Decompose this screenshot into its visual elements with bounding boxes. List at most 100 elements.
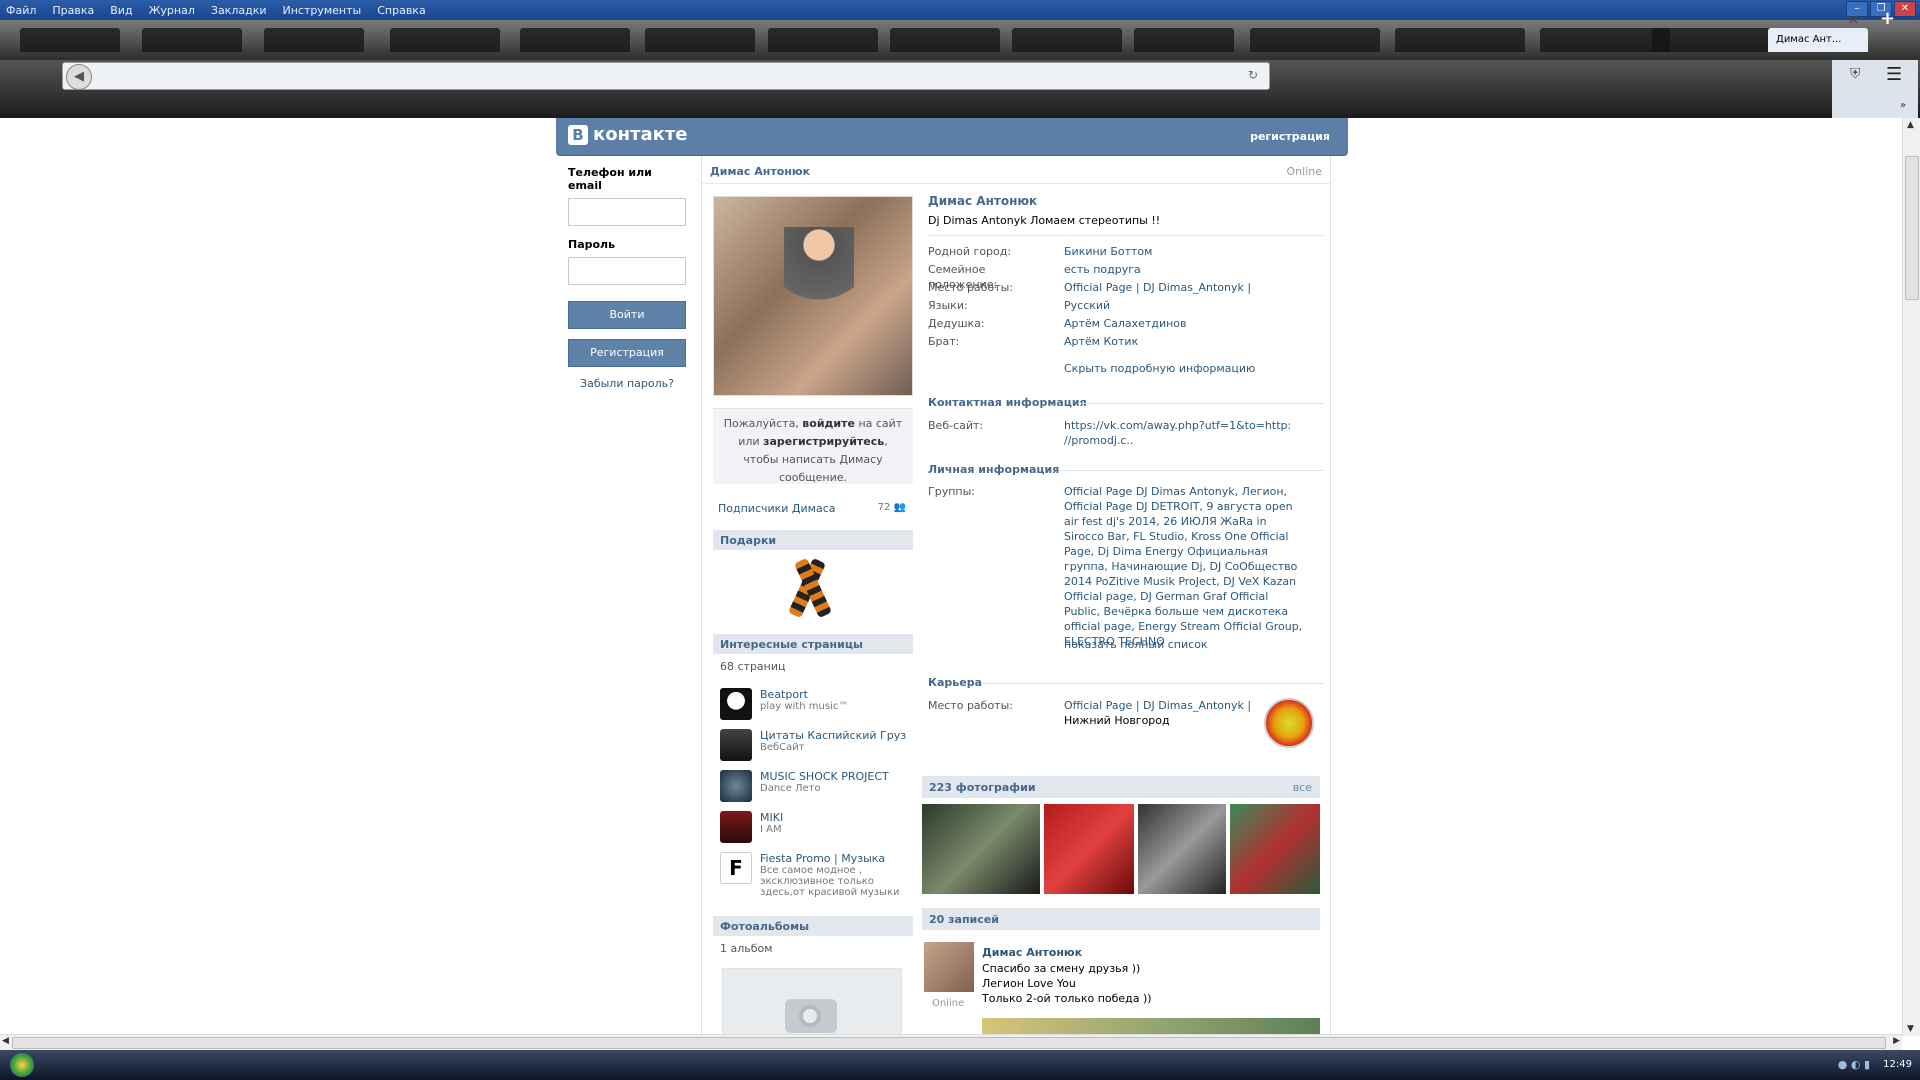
page-subtitle: Dance Лето xyxy=(760,783,821,794)
scrollbar-thumb[interactable] xyxy=(12,1037,1886,1049)
page-title[interactable]: MIKI xyxy=(760,811,783,824)
scroll-left-icon[interactable]: ◀ xyxy=(2,1036,9,1046)
list-item[interactable]: Beatport play with music™ xyxy=(720,688,910,726)
info-value-link[interactable]: Official Page | DJ Dimas_Antonyk | xyxy=(1064,280,1304,295)
website-link[interactable]: https://vk.com/away.php?utf=1&to=http://… xyxy=(1064,418,1304,448)
menu-help[interactable]: Справка xyxy=(377,4,425,17)
interesting-pages-header[interactable]: Интересные страницы xyxy=(713,634,913,654)
menu-bar: Файл Правка Вид Журнал Закладки Инструме… xyxy=(0,0,1920,20)
post-author-name[interactable]: Димас Антонюк xyxy=(982,946,1082,959)
profile-photo[interactable] xyxy=(713,196,913,396)
shield-icon[interactable]: ⛨ xyxy=(1850,66,1861,82)
list-item[interactable]: MIKI I AM xyxy=(720,811,910,849)
career-city: Нижний Новгород xyxy=(1064,714,1170,727)
phone-input[interactable] xyxy=(568,198,686,226)
menu-bookmarks[interactable]: Закладки xyxy=(211,4,267,17)
menu-history[interactable]: Журнал xyxy=(149,4,195,17)
login-to-message-box: Пожалуйста, войдите на сайт или зарегист… xyxy=(713,408,913,484)
info-value-link[interactable]: Артём Салахетдинов xyxy=(1064,316,1304,331)
msg-text: Пожалуйста, xyxy=(723,417,803,430)
tab[interactable] xyxy=(1652,28,1777,52)
menu-file[interactable]: Файл xyxy=(6,4,36,17)
page-title[interactable]: MUSIC SHOCK PROJECT xyxy=(760,770,889,783)
photo-thumbnail[interactable] xyxy=(922,804,1040,894)
info-value-link[interactable]: Артём Котик xyxy=(1064,334,1304,349)
tab[interactable] xyxy=(645,28,755,52)
show-all-link[interactable]: показать полный список xyxy=(1064,638,1208,651)
career-logo-icon[interactable] xyxy=(1264,698,1314,748)
tab[interactable] xyxy=(390,28,500,52)
url-field[interactable] xyxy=(62,62,1270,90)
ribbon-gift-icon[interactable] xyxy=(786,557,834,620)
posts-section-header[interactable]: 20 записей xyxy=(922,908,1320,930)
photo-thumbnail[interactable] xyxy=(1138,804,1226,894)
tab[interactable] xyxy=(1134,28,1234,52)
overflow-chevron-icon[interactable]: » xyxy=(1900,100,1906,111)
info-value-link[interactable]: Русский xyxy=(1064,298,1304,313)
post-text: Легион Love You xyxy=(982,977,1076,990)
menu-tools[interactable]: Инструменты xyxy=(283,4,362,17)
headphones-icon xyxy=(720,688,752,720)
menu-edit[interactable]: Правка xyxy=(52,4,94,17)
register-button[interactable]: Регистрация xyxy=(568,339,686,367)
info-value-link[interactable]: есть подруга xyxy=(1064,262,1304,277)
login-link[interactable]: войдите xyxy=(802,417,855,430)
info-value-link[interactable]: Бикини Боттом xyxy=(1064,244,1304,259)
list-item[interactable]: Цитаты Каспийский Груз ВебСайт xyxy=(720,729,910,767)
post-author-avatar[interactable] xyxy=(924,942,974,992)
info-key: Веб-сайт: xyxy=(928,419,984,432)
clock[interactable]: 12:49 xyxy=(1883,1059,1912,1070)
scrollbar-thumb[interactable] xyxy=(1905,156,1919,300)
back-arrow-icon[interactable]: ◀ xyxy=(66,64,92,90)
hide-details-link[interactable]: Скрыть подробную информацию xyxy=(1064,362,1255,375)
list-item[interactable]: MUSIC SHOCK PROJECT Dance Лето xyxy=(720,770,910,808)
tab[interactable] xyxy=(1540,28,1670,52)
tab[interactable] xyxy=(1395,28,1525,52)
career-link[interactable]: Official Page | DJ Dimas_Antonyk | xyxy=(1064,699,1251,712)
login-form: Телефон или email Пароль Войти Регистрац… xyxy=(568,166,686,390)
password-input[interactable] xyxy=(568,257,686,285)
vertical-scrollbar[interactable]: ▲ ▼ xyxy=(1902,118,1920,1036)
groups-list[interactable]: Official Page DJ Dimas Antonyk, Легион, … xyxy=(1064,484,1304,649)
tab[interactable] xyxy=(520,28,630,52)
gifts-section-header[interactable]: Подарки xyxy=(713,530,913,550)
divider xyxy=(928,235,1324,236)
menu-view[interactable]: Вид xyxy=(110,4,132,17)
photo-thumbnail[interactable] xyxy=(1230,804,1320,894)
photos-section-header[interactable]: 223 фотографии все xyxy=(922,776,1320,798)
list-item[interactable]: F Fiesta Promo | Музыка Все самое модное… xyxy=(720,852,910,898)
tab[interactable] xyxy=(1012,28,1122,52)
register-link-inline[interactable]: зарегистрируйтесь xyxy=(763,435,884,448)
photo-thumbnail[interactable] xyxy=(1044,804,1134,894)
new-tab-icon[interactable]: + xyxy=(1880,8,1895,29)
all-photos-link[interactable]: все xyxy=(1293,781,1312,794)
tab[interactable] xyxy=(264,28,364,52)
horizontal-scrollbar[interactable]: ◀ ▶ xyxy=(0,1034,1902,1050)
album-thumbnail[interactable] xyxy=(722,968,902,1036)
register-link[interactable]: регистрация xyxy=(1250,130,1330,143)
tab-active[interactable]: Димас Ант... xyxy=(1768,28,1868,52)
tab[interactable] xyxy=(1250,28,1380,52)
tab[interactable] xyxy=(768,28,878,52)
vk-logo[interactable]: В контакте xyxy=(568,124,687,145)
system-tray-icons[interactable]: ● ◐ ▮ xyxy=(1838,1058,1870,1071)
tab[interactable] xyxy=(142,28,242,52)
section-title: 223 фотографии xyxy=(929,781,1036,794)
tab[interactable] xyxy=(890,28,1000,52)
start-button-icon[interactable] xyxy=(10,1053,34,1077)
login-button[interactable]: Войти xyxy=(568,301,686,329)
forgot-password-link[interactable]: Забыли пароль? xyxy=(568,377,686,390)
scroll-down-icon[interactable]: ▼ xyxy=(1907,1024,1914,1034)
scroll-up-icon[interactable]: ▲ xyxy=(1907,120,1914,130)
albums-section-header[interactable]: Фотоальбомы xyxy=(713,916,913,936)
scroll-right-icon[interactable]: ▶ xyxy=(1893,1036,1900,1046)
hamburger-menu-icon[interactable]: ☰ xyxy=(1886,64,1902,85)
tab[interactable] xyxy=(20,28,120,52)
subscribers-link[interactable]: Подписчики Димаса 72 👥 xyxy=(718,502,910,515)
tab-close-icon[interactable]: ✕ xyxy=(1848,13,1859,28)
page-title[interactable]: Beatport xyxy=(760,688,808,701)
window-close-icon[interactable]: ✕ xyxy=(1894,1,1916,17)
page-title[interactable]: Fiesta Promo | Музыка xyxy=(760,852,885,865)
reload-icon[interactable]: ↻ xyxy=(1248,68,1258,82)
page-title[interactable]: Цитаты Каспийский Груз xyxy=(760,729,906,742)
